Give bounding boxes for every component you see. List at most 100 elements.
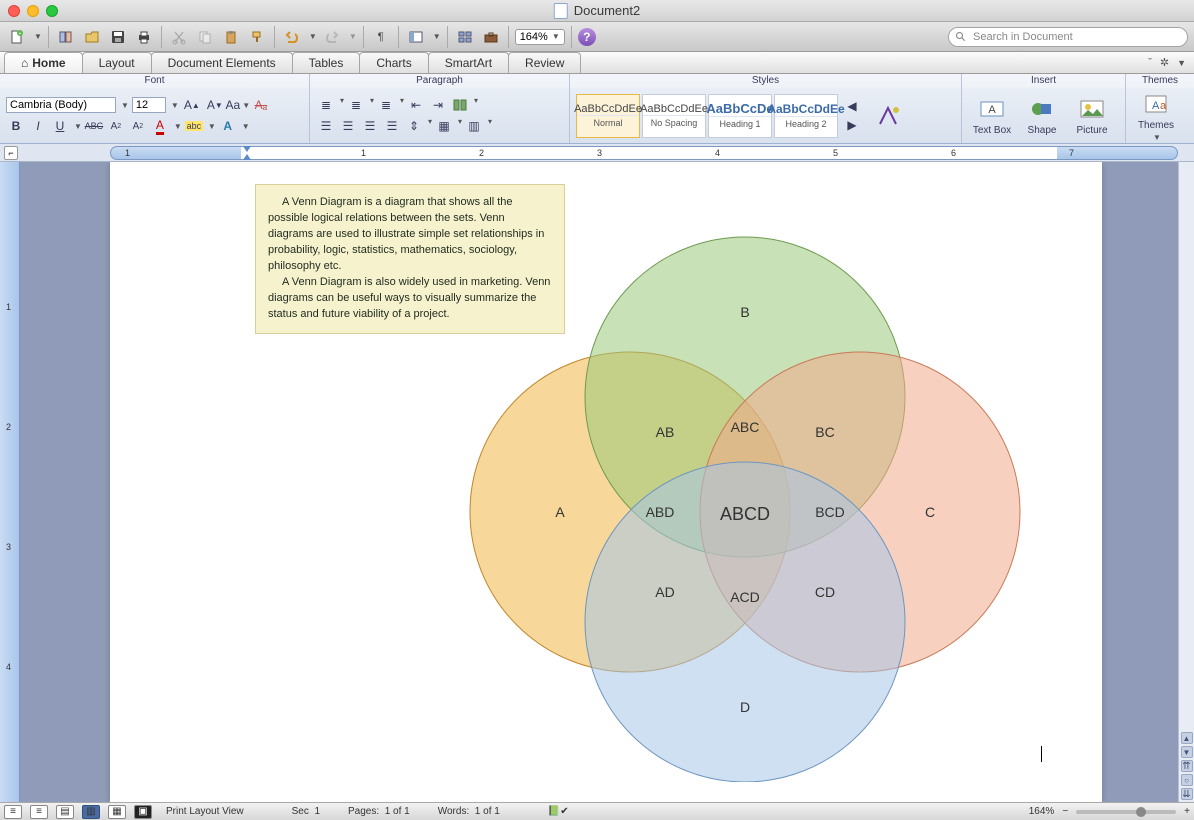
view-draft-icon[interactable]: ≡: [4, 805, 22, 819]
tab-layout[interactable]: Layout: [82, 52, 152, 73]
zoom-window-button[interactable]: [46, 5, 58, 17]
save-icon[interactable]: [107, 26, 129, 48]
sidebar-toggle-icon[interactable]: [405, 26, 427, 48]
redo-dropdown-icon[interactable]: ▼: [349, 32, 357, 41]
change-case-button[interactable]: Aa▼: [228, 96, 248, 114]
new-doc-icon[interactable]: +: [6, 26, 28, 48]
close-window-button[interactable]: [8, 5, 20, 17]
browse-object-icon[interactable]: ○: [1181, 774, 1193, 786]
shading-button[interactable]: ▦: [434, 117, 454, 135]
highlight-dropdown-icon[interactable]: ▼: [208, 122, 216, 131]
font-size-select[interactable]: [132, 97, 166, 113]
numbering-dropdown-icon[interactable]: ▾: [370, 96, 374, 114]
ribbon-expand-dropdown[interactable]: ▼: [1177, 58, 1186, 68]
borders-button[interactable]: ▥: [464, 117, 484, 135]
themes-button[interactable]: Aa Themes▼: [1132, 90, 1180, 142]
superscript-button[interactable]: A2: [128, 117, 148, 135]
style-heading1[interactable]: AaBbCcDe Heading 1: [708, 94, 772, 138]
insert-picture-button[interactable]: Picture: [1068, 95, 1116, 136]
collapse-ribbon-icon[interactable]: ˇ: [1148, 57, 1152, 69]
format-painter-icon[interactable]: [246, 26, 268, 48]
tab-tables[interactable]: Tables: [292, 52, 361, 73]
font-size-dropdown-icon[interactable]: ▼: [171, 101, 179, 110]
venn-diagram[interactable]: A B C D AB BC CD AD ABC BCD ACD ABD ABCD: [420, 222, 1070, 782]
zoom-slider[interactable]: [1076, 810, 1176, 814]
italic-button[interactable]: I: [28, 117, 48, 135]
print-icon[interactable]: [133, 26, 155, 48]
horizontal-ruler[interactable]: 1 1 2 3 4 5 6 7: [110, 146, 1178, 160]
spellcheck-icon[interactable]: 📗✔: [548, 806, 569, 817]
tab-document-elements[interactable]: Document Elements: [151, 52, 293, 73]
cut-icon[interactable]: [168, 26, 190, 48]
shading-dropdown-icon[interactable]: ▾: [458, 117, 462, 135]
text-effects-button[interactable]: A: [218, 117, 238, 135]
zoom-out-button[interactable]: −: [1062, 806, 1068, 817]
bold-button[interactable]: B: [6, 117, 26, 135]
shrink-font-button[interactable]: A▼: [205, 96, 225, 114]
document-page[interactable]: A Venn Diagram is a diagram that shows a…: [110, 162, 1102, 802]
templates-icon[interactable]: [55, 26, 77, 48]
zoom-slider-thumb[interactable]: [1136, 807, 1146, 817]
subscript-button[interactable]: A2: [106, 117, 126, 135]
style-heading2[interactable]: AaBbCcDdEe Heading 2: [774, 94, 838, 138]
ribbon-options-icon[interactable]: ✲: [1160, 56, 1169, 69]
text-effects-dropdown-icon[interactable]: ▼: [242, 122, 250, 131]
next-page-icon[interactable]: ⇊: [1181, 788, 1193, 800]
bullets-dropdown-icon[interactable]: ▾: [340, 96, 344, 114]
columns-button[interactable]: [450, 96, 470, 114]
style-nospacing[interactable]: AaBbCcDdEe No Spacing: [642, 94, 706, 138]
justify-button[interactable]: ☰: [382, 117, 402, 135]
strike-button[interactable]: ABC: [84, 117, 104, 135]
view-outline-icon[interactable]: ≡: [30, 805, 48, 819]
copy-icon[interactable]: [194, 26, 216, 48]
gallery-icon[interactable]: [454, 26, 476, 48]
style-normal[interactable]: AaBbCcDdEe Normal: [576, 94, 640, 138]
line-spacing-dropdown-icon[interactable]: ▾: [428, 117, 432, 135]
new-dropdown-icon[interactable]: ▼: [34, 32, 42, 41]
view-focus-icon[interactable]: ▣: [134, 805, 152, 819]
font-color-button[interactable]: A: [150, 117, 170, 135]
open-icon[interactable]: [81, 26, 103, 48]
tab-stop-selector[interactable]: ⌐: [4, 146, 18, 160]
prev-page-icon[interactable]: ⇈: [1181, 760, 1193, 772]
styles-scroll-right-icon[interactable]: ▶: [842, 116, 862, 134]
indent-inc-button[interactable]: ⇥: [428, 96, 448, 114]
tab-home[interactable]: ⌂Home: [4, 52, 83, 73]
bullets-button[interactable]: ≣: [316, 96, 336, 114]
undo-dropdown-icon[interactable]: ▼: [309, 32, 317, 41]
scroll-up-icon[interactable]: ▲: [1181, 732, 1193, 744]
insert-shape-button[interactable]: Shape: [1018, 95, 1066, 136]
sidebar-dropdown-icon[interactable]: ▼: [433, 32, 441, 41]
vertical-scrollbar[interactable]: ▲ ▼ ⇈ ○ ⇊: [1178, 162, 1194, 802]
font-name-select[interactable]: [6, 97, 116, 113]
zoom-in-button[interactable]: +: [1184, 806, 1190, 817]
scroll-down-icon[interactable]: ▼: [1181, 746, 1193, 758]
font-name-dropdown-icon[interactable]: ▼: [121, 101, 129, 110]
numbering-button[interactable]: ≣: [346, 96, 366, 114]
tab-smartart[interactable]: SmartArt: [428, 52, 509, 73]
styles-pane-button[interactable]: [864, 102, 912, 130]
highlight-button[interactable]: abc: [184, 117, 204, 135]
clear-formatting-button[interactable]: Aₐ: [251, 96, 271, 114]
underline-button[interactable]: U: [50, 117, 70, 135]
styles-scroll-left-icon[interactable]: ◀: [842, 97, 862, 115]
line-spacing-button[interactable]: ⇕: [404, 117, 424, 135]
paste-icon[interactable]: [220, 26, 242, 48]
align-left-button[interactable]: ☰: [316, 117, 336, 135]
view-notebook-icon[interactable]: ▦: [108, 805, 126, 819]
search-box[interactable]: Search in Document: [948, 27, 1188, 47]
zoom-selector[interactable]: 164%▼: [515, 29, 565, 45]
underline-dropdown-icon[interactable]: ▼: [74, 122, 82, 131]
font-color-dropdown-icon[interactable]: ▼: [174, 122, 182, 131]
multilevel-button[interactable]: ≣: [376, 96, 396, 114]
tab-review[interactable]: Review: [508, 52, 581, 73]
insert-textbox-button[interactable]: A Text Box: [968, 95, 1016, 136]
view-print-icon[interactable]: ▥: [82, 805, 100, 819]
align-right-button[interactable]: ☰: [360, 117, 380, 135]
align-center-button[interactable]: ☰: [338, 117, 358, 135]
help-icon[interactable]: ?: [578, 28, 596, 46]
tab-charts[interactable]: Charts: [359, 52, 428, 73]
vertical-ruler[interactable]: 1 2 3 4: [0, 162, 20, 802]
show-marks-icon[interactable]: ¶: [370, 26, 392, 48]
view-publishing-icon[interactable]: ▤: [56, 805, 74, 819]
